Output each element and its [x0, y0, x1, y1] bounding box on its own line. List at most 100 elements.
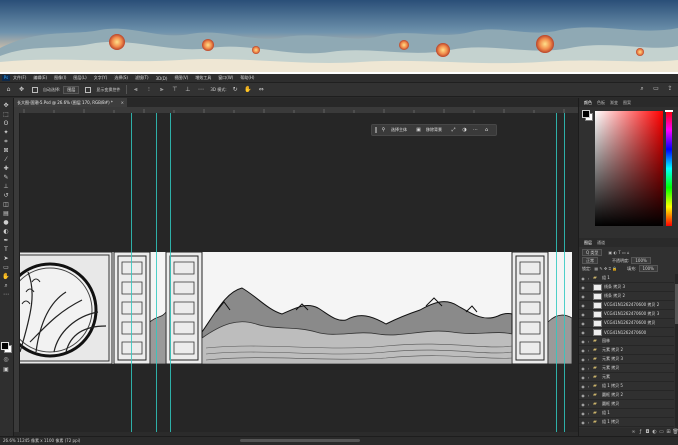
filter-icons[interactable]: ▣ ◐ T ▭ ⌂ [608, 250, 629, 255]
healing-brush-tool-icon[interactable]: ✚ [2, 165, 10, 172]
clone-stamp-tool-icon[interactable]: ⊥ [2, 183, 10, 190]
blur-tool-icon[interactable]: ● [2, 219, 10, 226]
foreground-color-chip[interactable] [582, 110, 590, 118]
layer-row[interactable]: ◉ VCG41N1262470600 拷贝 2 [579, 301, 674, 310]
blend-mode-dropdown[interactable]: 正常 [582, 257, 598, 264]
screen-mode-icon[interactable]: ▣ [2, 366, 10, 373]
new-group-icon[interactable]: ▭ [658, 429, 665, 435]
select-subject-button[interactable]: 选择主体 [391, 127, 407, 133]
more-tools-icon[interactable]: ⋯ [2, 291, 10, 298]
expand-chevron-icon[interactable]: › [586, 393, 591, 398]
home-icon[interactable]: ⌂ [4, 85, 13, 94]
menu-filter[interactable]: 滤镜(T) [135, 75, 149, 81]
menu-3d[interactable]: 3D(D) [156, 76, 168, 81]
fill-field[interactable]: 100% [638, 265, 658, 272]
crop-tool-icon[interactable]: ⌗ [2, 138, 10, 145]
ellipsis-icon[interactable]: ⋯ [196, 85, 205, 94]
layer-row[interactable]: ◉ › ▰ 组 1 拷贝 [579, 418, 674, 427]
magic-wand-tool-icon[interactable]: ✦ [2, 129, 10, 136]
eraser-tool-icon[interactable]: ◫ [2, 201, 10, 208]
tab-patterns[interactable]: 图案 [623, 100, 631, 106]
layer-row[interactable]: ◉ › ▰ 元素 [579, 373, 674, 382]
tab-swatches[interactable]: 色板 [597, 100, 605, 106]
expand-chevron-icon[interactable]: › [586, 375, 591, 380]
remove-background-button[interactable]: 移除背景 [426, 127, 442, 133]
transform-controls-checkbox[interactable] [85, 86, 92, 93]
layer-row[interactable]: ◉ 线条 拷贝 3 [579, 283, 674, 292]
visibility-eye-icon[interactable]: ◉ [580, 303, 586, 308]
guide-line[interactable] [156, 113, 157, 432]
drag-handle-icon[interactable] [375, 127, 377, 133]
layer-row[interactable]: ◉ › ▰ 园林 [579, 337, 674, 346]
expand-chevron-icon[interactable]: › [586, 357, 591, 362]
expand-chevron-icon[interactable]: › [586, 411, 591, 416]
workspace-icon[interactable]: ▭ [652, 85, 660, 93]
expand-chevron-icon[interactable]: › [586, 402, 591, 407]
search-icon[interactable]: ⌕ [638, 85, 646, 93]
visibility-eye-icon[interactable]: ◉ [580, 285, 586, 290]
move-tool-icon[interactable]: ✥ [2, 102, 10, 109]
expand-chevron-icon[interactable]: › [586, 366, 591, 371]
lock-icons[interactable]: ▦ ✎ ✥ ⌗ 🔒 [594, 266, 617, 271]
tab-layers[interactable]: 图层 [584, 240, 592, 246]
tab-color[interactable]: 颜色 [584, 100, 592, 106]
pen-tool-icon[interactable]: ✒ [2, 237, 10, 244]
menu-select[interactable]: 选择(S) [114, 75, 128, 81]
opacity-field[interactable]: 100% [631, 257, 651, 264]
menu-image[interactable]: 图像(I) [54, 75, 66, 81]
add-mask-icon[interactable]: ◘ [644, 429, 651, 435]
expand-chevron-icon[interactable]: › [586, 339, 591, 344]
more-options-icon[interactable]: ⋯ [472, 127, 479, 133]
adjustment-layer-icon[interactable]: ◐ [651, 429, 658, 435]
menu-layer[interactable]: 图层(L) [73, 75, 86, 81]
auto-select-checkbox[interactable] [32, 86, 38, 93]
share-icon[interactable]: ⇪ [666, 85, 674, 93]
rectangle-tool-icon[interactable]: ▭ [2, 264, 10, 271]
document-tab[interactable]: 长大图-国潮-5.Psd @ 26.6% (图层 170, RGB/8#) * … [14, 98, 127, 107]
align-left-icon[interactable]: ⫷ [131, 85, 140, 94]
layer-row[interactable]: ◉ › ▰ 元素 拷贝 3 [579, 355, 674, 364]
layer-row[interactable]: ◉ › ▰ 圆框 拷贝 [579, 400, 674, 409]
pin-icon[interactable]: ⌂ [483, 127, 490, 133]
history-brush-tool-icon[interactable]: ↺ [2, 192, 10, 199]
3d-slide-icon[interactable]: ⇔ [257, 85, 266, 94]
tab-channels[interactable]: 通道 [597, 240, 605, 246]
zoom-tool-icon[interactable]: ⌕ [2, 282, 10, 289]
layer-row[interactable]: ◉ 线条 拷贝 2 [579, 292, 674, 301]
visibility-eye-icon[interactable]: ◉ [580, 294, 586, 299]
layer-row[interactable]: ◉ VCG41N1262470600 [579, 328, 674, 337]
dodge-tool-icon[interactable]: ◐ [2, 228, 10, 235]
gradient-tool-icon[interactable]: ▤ [2, 210, 10, 217]
menu-edit[interactable]: 编辑(E) [33, 75, 47, 81]
expand-chevron-icon[interactable]: › [586, 276, 591, 281]
path-selection-tool-icon[interactable]: ➤ [2, 255, 10, 262]
expand-chevron-icon[interactable]: › [586, 420, 591, 425]
lasso-tool-icon[interactable]: ʘ [2, 120, 10, 127]
expand-chevron-icon[interactable]: › [586, 384, 591, 389]
align-right-icon[interactable]: ⫸ [157, 85, 166, 94]
transform-icon[interactable]: ⤢ [450, 127, 457, 133]
menu-help[interactable]: 帮助(H) [240, 75, 254, 81]
move-icon[interactable]: ✥ [17, 85, 26, 94]
guide-line[interactable] [564, 113, 565, 432]
align-middle-icon[interactable]: ⊥ [183, 85, 192, 94]
layer-row[interactable]: ◉ › ▰ 元素 拷贝 [579, 364, 674, 373]
layer-row[interactable]: ◉ › ▰ 组 1 拷贝 5 [579, 382, 674, 391]
layer-row[interactable]: ◉ › ▰ 组 1 [579, 409, 674, 418]
document-canvas[interactable]: ⚲ 选择主体 ▣ 移除背景 ⤢ ◑ ⋯ ⌂ [20, 113, 578, 432]
layer-row[interactable]: ◉ › ▰ 圆框 拷贝 2 [579, 391, 674, 400]
menu-view[interactable]: 视图(V) [174, 75, 188, 81]
frame-tool-icon[interactable]: ⊠ [2, 147, 10, 154]
layer-row[interactable]: ◉ › ▰ 组 1 [579, 274, 674, 283]
layer-filter-dropdown[interactable]: Q 类型 [582, 249, 603, 256]
fx-icon[interactable]: ƒ [637, 429, 644, 435]
quick-mask-icon[interactable]: ◎ [2, 356, 10, 363]
adjust-icon[interactable]: ◑ [461, 127, 468, 133]
hand-tool-icon[interactable]: ✋ [2, 273, 10, 280]
horizontal-scrollbar[interactable] [240, 439, 360, 442]
visibility-eye-icon[interactable]: ◉ [580, 330, 586, 335]
new-layer-icon[interactable]: ⊞ [665, 429, 672, 435]
layer-row[interactable]: ◉ VCG41N1262470600 拷贝 3 [579, 310, 674, 319]
hue-slider-handle[interactable] [665, 110, 673, 112]
3d-pan-icon[interactable]: ✋ [244, 85, 253, 94]
